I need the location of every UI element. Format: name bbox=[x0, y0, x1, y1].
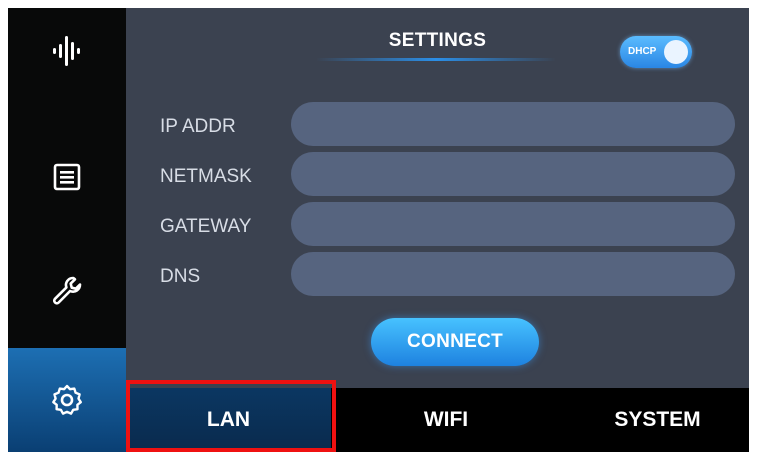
sidebar bbox=[8, 8, 126, 452]
bottom-tab-bar: LAN WIFI SYSTEM bbox=[126, 388, 749, 452]
netmask-label: NETMASK bbox=[160, 166, 252, 187]
device-screen: SETTINGS DHCP IP ADDR NETMASK GATEWAY DN… bbox=[8, 8, 749, 452]
sidebar-item-audio[interactable] bbox=[8, 8, 126, 94]
sidebar-item-list[interactable] bbox=[8, 134, 126, 220]
wrench-icon bbox=[51, 275, 83, 307]
toggle-knob bbox=[664, 40, 688, 64]
dhcp-label: DHCP bbox=[628, 46, 657, 57]
audio-levels-icon bbox=[50, 34, 84, 68]
list-document-icon bbox=[52, 162, 82, 192]
gear-icon bbox=[51, 384, 83, 416]
sidebar-item-tools[interactable] bbox=[8, 248, 126, 334]
sidebar-item-settings[interactable] bbox=[8, 348, 126, 452]
tab-system-label: SYSTEM bbox=[614, 408, 701, 431]
settings-panel: SETTINGS DHCP IP ADDR NETMASK GATEWAY DN… bbox=[126, 8, 749, 388]
tab-wifi[interactable]: WIFI bbox=[351, 388, 541, 452]
gateway-label: GATEWAY bbox=[160, 216, 252, 237]
gateway-input[interactable] bbox=[291, 202, 735, 246]
netmask-input[interactable] bbox=[291, 152, 735, 196]
tab-lan-label: LAN bbox=[206, 408, 251, 431]
connect-button[interactable]: CONNECT bbox=[371, 318, 539, 366]
tab-lan[interactable]: LAN bbox=[126, 388, 331, 452]
tab-wifi-label: WIFI bbox=[423, 408, 469, 431]
ip-addr-label: IP ADDR bbox=[160, 116, 236, 137]
dns-label: DNS bbox=[160, 266, 201, 287]
tab-system[interactable]: SYSTEM bbox=[566, 388, 749, 452]
ip-addr-input[interactable] bbox=[291, 102, 735, 146]
title-underline bbox=[316, 58, 556, 61]
dhcp-toggle[interactable]: DHCP bbox=[620, 36, 692, 68]
dns-input[interactable] bbox=[291, 252, 735, 296]
